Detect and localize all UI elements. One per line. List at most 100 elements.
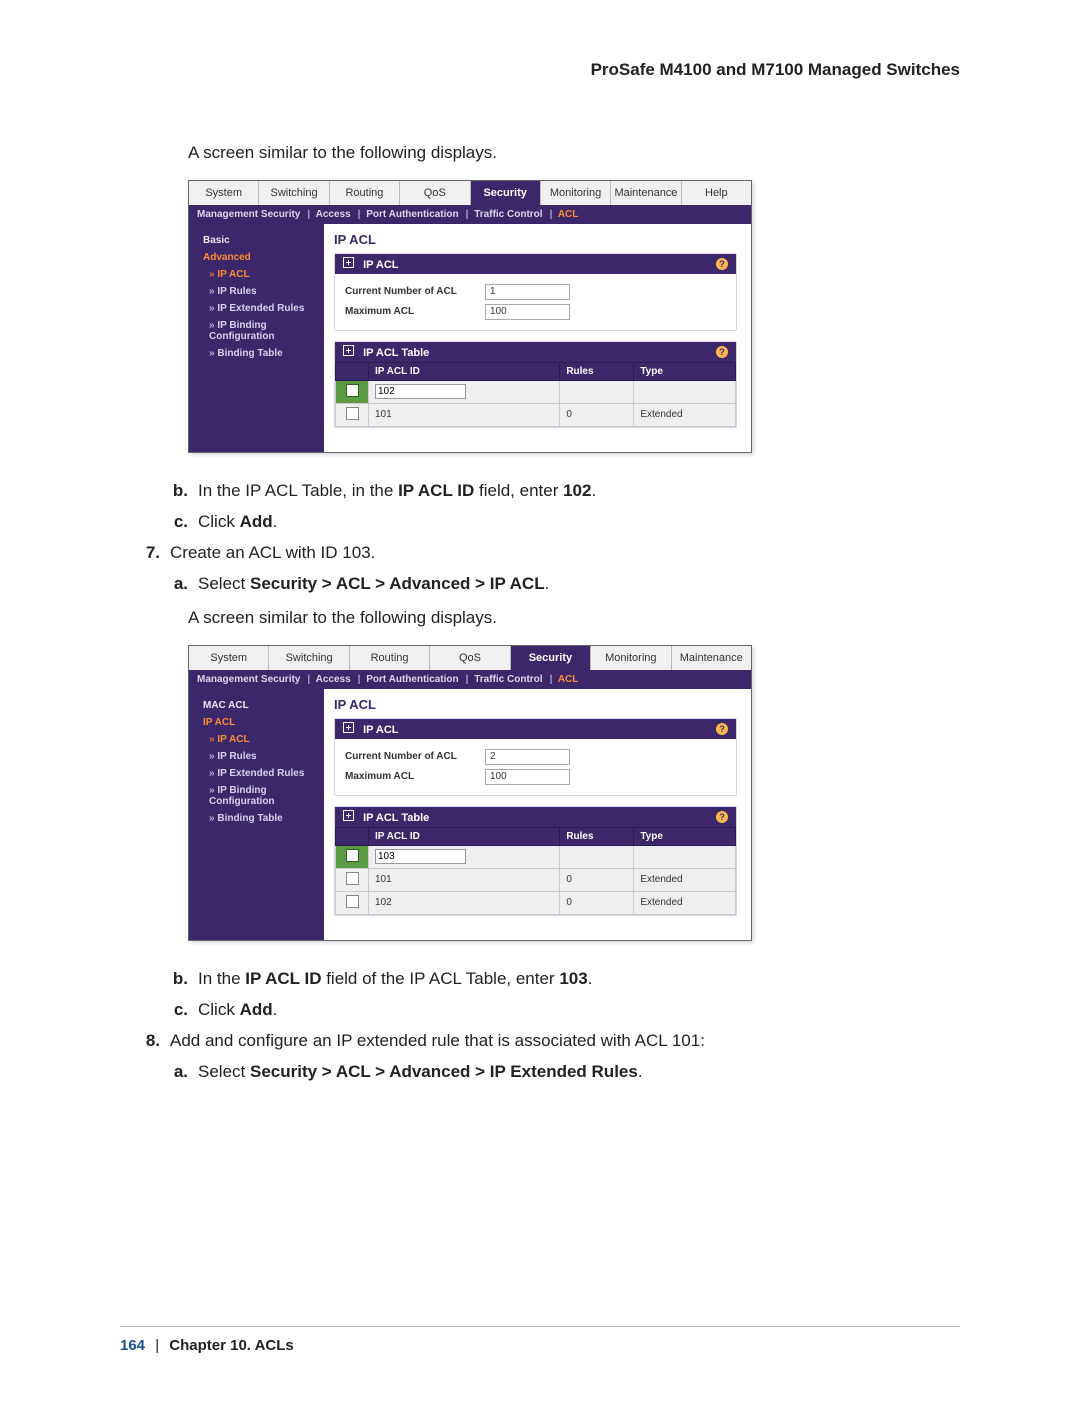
tab-maintenance[interactable]: Maintenance bbox=[672, 646, 751, 670]
tab-qos[interactable]: QoS bbox=[400, 181, 470, 205]
subnav-traffic-control[interactable]: Traffic Control bbox=[474, 674, 542, 685]
cell-rules: 0 bbox=[560, 868, 634, 891]
help-icon[interactable]: ? bbox=[716, 811, 728, 823]
step-7: 7. Create an ACL with ID 103. bbox=[120, 539, 960, 566]
cell-id: 101 bbox=[369, 868, 560, 891]
side-ip-acl[interactable]: IP ACL bbox=[189, 266, 324, 283]
tab-monitoring[interactable]: Monitoring bbox=[541, 181, 611, 205]
box2-title: IP ACL Table bbox=[363, 347, 429, 359]
acl-table: IP ACL ID Rules Type 101 bbox=[335, 827, 736, 915]
col-type: Type bbox=[634, 827, 736, 845]
side-advanced[interactable]: Advanced bbox=[189, 249, 324, 266]
tab-system[interactable]: System bbox=[189, 646, 269, 670]
subnav-port-auth[interactable]: Port Authentication bbox=[366, 209, 458, 220]
acl-id-input[interactable] bbox=[375, 384, 466, 399]
kv-max-value: 100 bbox=[485, 304, 570, 320]
side-ip-acl-cat[interactable]: IP ACL bbox=[189, 714, 324, 731]
box1-title: IP ACL bbox=[363, 259, 398, 271]
tab-routing[interactable]: Routing bbox=[330, 181, 400, 205]
tab-security[interactable]: Security bbox=[511, 646, 591, 670]
page-number: 164 bbox=[120, 1337, 145, 1354]
row-checkbox[interactable] bbox=[346, 872, 359, 885]
step-7a: a. Select Security > ACL > Advanced > IP… bbox=[120, 570, 960, 597]
acl-id-input[interactable] bbox=[375, 849, 466, 864]
tab-system[interactable]: System bbox=[189, 181, 259, 205]
row-checkbox[interactable] bbox=[346, 407, 359, 420]
subnav-acl[interactable]: ACL bbox=[558, 674, 579, 685]
kv-current-value: 1 bbox=[485, 284, 570, 300]
tab-help[interactable]: Help bbox=[682, 181, 751, 205]
subnav-access[interactable]: Access bbox=[316, 674, 351, 685]
subnav-port-auth[interactable]: Port Authentication bbox=[366, 674, 458, 685]
subnav-access[interactable]: Access bbox=[316, 209, 351, 220]
side-ip-rules[interactable]: IP Rules bbox=[189, 283, 324, 300]
intro-text-2: A screen similar to the following displa… bbox=[120, 605, 960, 631]
tab-qos[interactable]: QoS bbox=[430, 646, 510, 670]
col-rules: Rules bbox=[560, 362, 634, 380]
expand-icon[interactable] bbox=[343, 810, 354, 821]
step-8a: a. Select Security > ACL > Advanced > IP… bbox=[120, 1058, 960, 1085]
page-footer: 164 | Chapter 10. ACLs bbox=[120, 1326, 960, 1354]
ip-acl-table-box: IP ACL Table ? IP ACL ID Rules Type bbox=[334, 341, 737, 428]
help-icon[interactable]: ? bbox=[716, 723, 728, 735]
side-mac-acl[interactable]: MAC ACL bbox=[189, 697, 324, 714]
tab-switching[interactable]: Switching bbox=[269, 646, 349, 670]
cell-type: Extended bbox=[634, 403, 736, 426]
step-c-2: c. Click Add. bbox=[120, 996, 960, 1023]
subnav-traffic-control[interactable]: Traffic Control bbox=[474, 209, 542, 220]
tab-maintenance[interactable]: Maintenance bbox=[611, 181, 681, 205]
help-icon[interactable]: ? bbox=[716, 258, 728, 270]
expand-icon[interactable] bbox=[343, 345, 354, 356]
sidebar: MAC ACL IP ACL IP ACL IP Rules IP Extend… bbox=[189, 689, 324, 940]
side-ip-extended-rules[interactable]: IP Extended Rules bbox=[189, 300, 324, 317]
tab-switching[interactable]: Switching bbox=[259, 181, 329, 205]
expand-icon[interactable] bbox=[343, 257, 354, 268]
col-type: Type bbox=[634, 362, 736, 380]
screenshot-2: System Switching Routing QoS Security Mo… bbox=[188, 645, 752, 941]
col-rules: Rules bbox=[560, 827, 634, 845]
panel-title: IP ACL bbox=[334, 697, 737, 712]
acl-table: IP ACL ID Rules Type 101 bbox=[335, 362, 736, 427]
side-binding-table[interactable]: Binding Table bbox=[189, 810, 324, 827]
box2-title: IP ACL Table bbox=[363, 812, 429, 824]
col-id: IP ACL ID bbox=[369, 362, 560, 380]
top-tabs: System Switching Routing QoS Security Mo… bbox=[189, 181, 751, 205]
kv-max-label: Maximum ACL bbox=[345, 306, 485, 317]
subnav-mgmt-security[interactable]: Management Security bbox=[197, 674, 300, 685]
footer-separator: | bbox=[155, 1337, 159, 1354]
cell-rules bbox=[560, 380, 634, 403]
cell-type: Extended bbox=[634, 868, 736, 891]
footer-chapter: Chapter 10. ACLs bbox=[169, 1337, 293, 1354]
help-icon[interactable]: ? bbox=[716, 346, 728, 358]
side-ip-acl[interactable]: IP ACL bbox=[189, 731, 324, 748]
side-ip-binding-config[interactable]: IP Binding Configuration bbox=[189, 317, 324, 345]
side-ip-extended-rules[interactable]: IP Extended Rules bbox=[189, 765, 324, 782]
tab-security[interactable]: Security bbox=[471, 181, 541, 205]
side-ip-rules[interactable]: IP Rules bbox=[189, 748, 324, 765]
tab-routing[interactable]: Routing bbox=[350, 646, 430, 670]
cell-rules bbox=[560, 845, 634, 868]
cell-type: Extended bbox=[634, 891, 736, 914]
side-ip-binding-config[interactable]: IP Binding Configuration bbox=[189, 782, 324, 810]
intro-text-1: A screen similar to the following displa… bbox=[120, 140, 960, 166]
ip-acl-box: IP ACL ? Current Number of ACL 1 Maximum… bbox=[334, 253, 737, 331]
subnav-mgmt-security[interactable]: Management Security bbox=[197, 209, 300, 220]
step-b-1: b. In the IP ACL Table, in the IP ACL ID… bbox=[120, 477, 960, 504]
sub-nav: Management Security| Access| Port Authen… bbox=[189, 205, 751, 224]
panel-title: IP ACL bbox=[334, 232, 737, 247]
cell-rules: 0 bbox=[560, 891, 634, 914]
row-checkbox[interactable] bbox=[346, 849, 359, 862]
cell-type bbox=[634, 380, 736, 403]
side-binding-table[interactable]: Binding Table bbox=[189, 345, 324, 362]
side-basic[interactable]: Basic bbox=[189, 232, 324, 249]
col-id: IP ACL ID bbox=[369, 827, 560, 845]
screenshot-1: System Switching Routing QoS Security Mo… bbox=[188, 180, 752, 453]
tab-monitoring[interactable]: Monitoring bbox=[591, 646, 671, 670]
kv-max-value: 100 bbox=[485, 769, 570, 785]
row-checkbox[interactable] bbox=[346, 384, 359, 397]
expand-icon[interactable] bbox=[343, 722, 354, 733]
cell-id: 101 bbox=[369, 403, 560, 426]
cell-rules: 0 bbox=[560, 403, 634, 426]
subnav-acl[interactable]: ACL bbox=[558, 209, 579, 220]
row-checkbox[interactable] bbox=[346, 895, 359, 908]
